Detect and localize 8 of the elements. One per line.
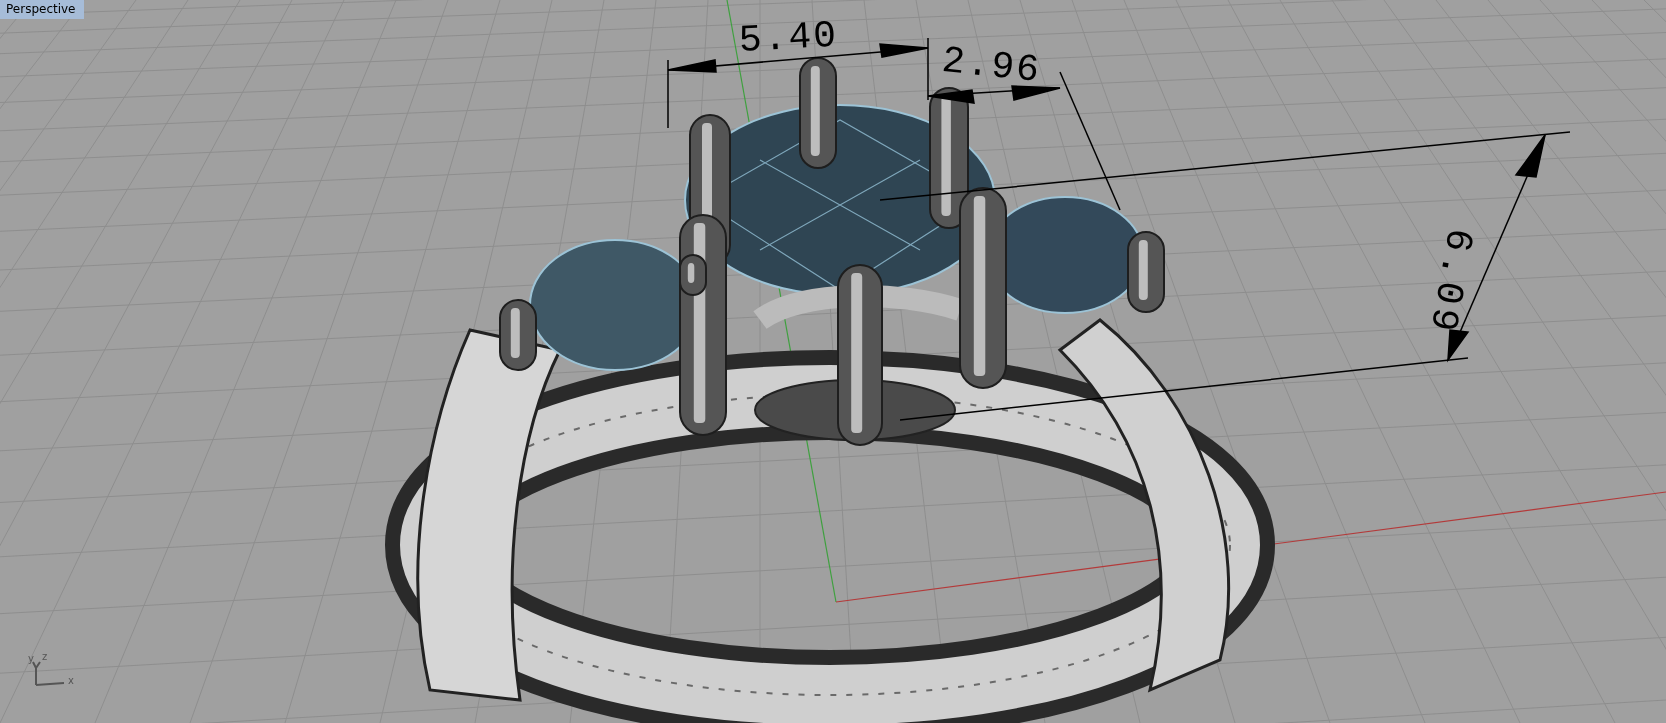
axis-icon bbox=[32, 661, 65, 686]
viewport-title[interactable]: Perspective bbox=[0, 0, 84, 19]
dimension-label: 2.96 bbox=[940, 42, 1043, 91]
axis-label: z bbox=[42, 652, 48, 662]
axis-label: y bbox=[28, 654, 34, 664]
dimension-label: 5.40 bbox=[738, 16, 840, 60]
dimension-label: 6.09 bbox=[1421, 225, 1478, 338]
axis-label: x bbox=[68, 676, 74, 686]
